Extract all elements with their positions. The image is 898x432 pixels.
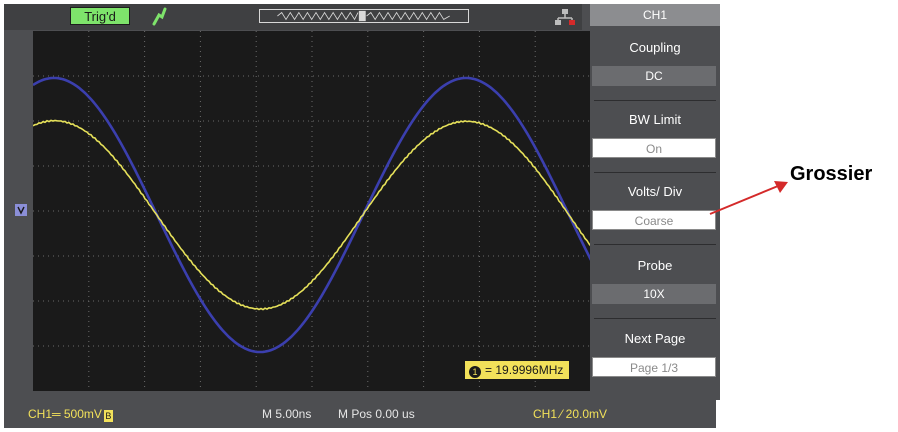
annotation-label: Grossier [790,163,873,185]
oscilloscope-display: Trig'd T 1= 19.9996MHz [4,4,720,428]
frequency-value: = 19.9996MHz [485,363,564,377]
trigger-level-readout: CH1 ⁄ 20.0mV [533,407,608,421]
channel-ground-marker-icon [15,204,27,216]
memory-position-strip [259,9,469,23]
usb-network-icon [555,9,575,25]
timebase-readout: M 5.00ns [262,407,312,421]
menu-item-label: Probe [637,258,673,273]
top-status-bar: Trig'd [4,4,582,30]
menu-item-label: Next Page [624,331,686,346]
run-status-icon [152,7,167,26]
frequency-channel-badge: 1 [469,366,481,378]
horizontal-position-readout: M Pos 0.00 us [338,407,415,421]
menu-item-value: DC [592,66,716,86]
menu-divider [594,100,716,101]
menu-divider [594,244,716,245]
menu-item-label: Coupling [629,40,681,55]
menu-item-value: On [592,138,716,158]
menu-item-probe[interactable]: Probe 10X [590,248,720,318]
menu-title: CH1 [590,4,720,26]
menu-item-label: BW Limit [629,112,681,127]
ch1-scale-text: CH1═ 500mV [28,407,102,421]
menu-item-bw-limit[interactable]: BW Limit On [590,102,720,172]
menu-item-next-page[interactable]: Next Page Page 1/3 [590,321,720,391]
menu-item-value: Page 1/3 [592,357,716,377]
ch1-waveform-trace [32,119,592,311]
menu-item-value: Coarse [592,210,716,230]
waveform-screen [32,31,593,391]
trigger-status-badge: Trig'd [70,7,130,25]
graticule-grid [33,31,591,391]
menu-divider [594,172,716,173]
waveform-plot [32,31,593,391]
annotation-arrow-icon [709,181,788,215]
reference-waveform-trace [32,76,593,354]
frequency-readout: 1 = 19.9996MHz [465,361,569,379]
ch1-scale-readout: CH1═ 500mV B [28,400,113,428]
menu-item-coupling[interactable]: Coupling DC [590,30,720,100]
menu-divider [594,318,716,319]
menu-item-value: 10X [592,284,716,304]
bottom-status-bar: CH1═ 500mV B M 5.00ns M Pos 0.00 us CH1 ⁄… [4,400,716,428]
bandwidth-limit-mark: B [103,410,113,422]
